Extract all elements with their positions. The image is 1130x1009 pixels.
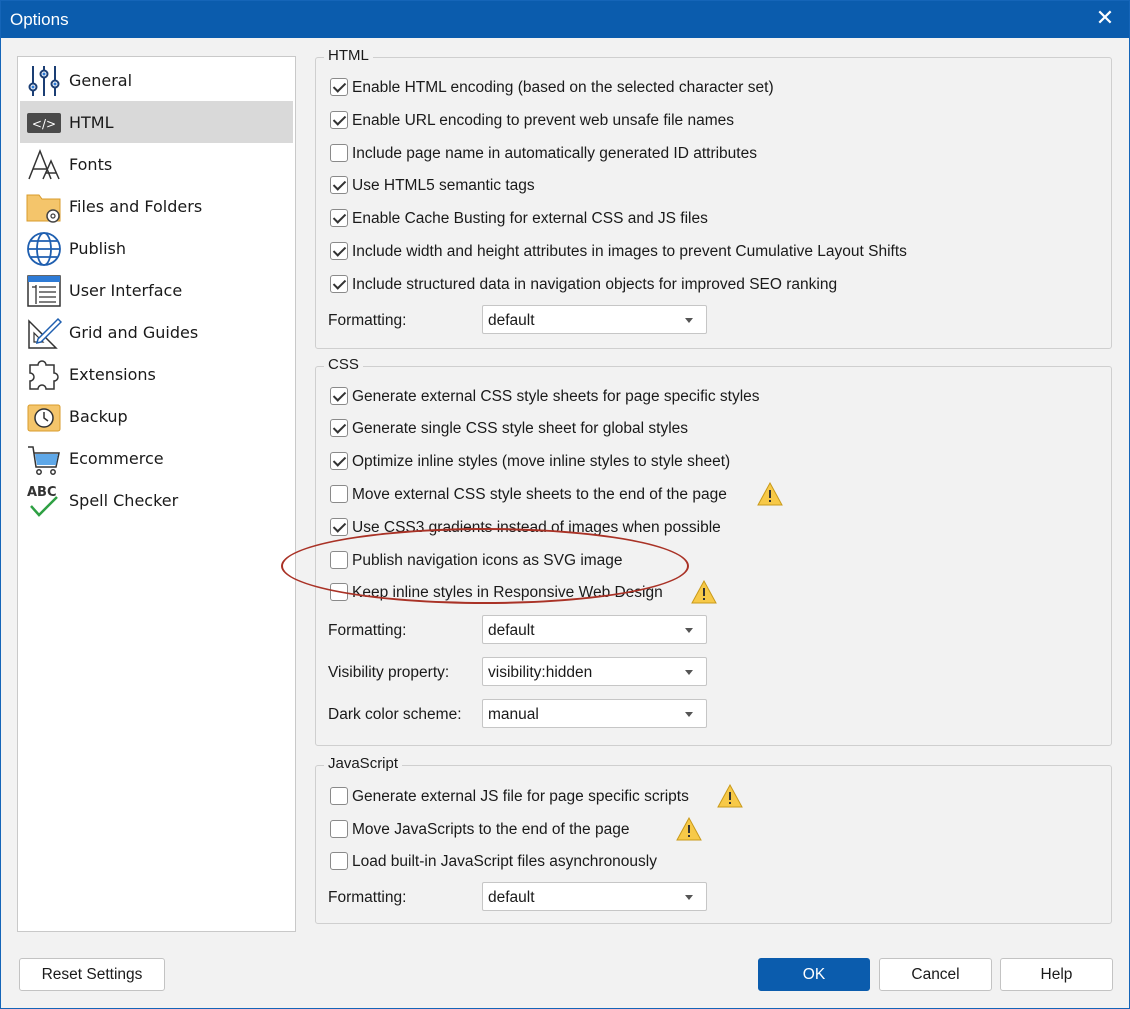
code-tag-icon: </> — [27, 113, 61, 133]
sidebar-item-label: Ecommerce — [69, 449, 164, 468]
css-formatting-select[interactable]: default — [482, 615, 707, 644]
dark-color-scheme-select[interactable]: manual — [482, 699, 707, 728]
globe-icon — [27, 232, 61, 266]
folder-gear-icon — [26, 194, 61, 223]
checkbox[interactable] — [330, 583, 348, 601]
checkbox[interactable] — [330, 820, 348, 838]
checkbox[interactable] — [330, 209, 348, 227]
sliders-icon — [28, 66, 60, 96]
option-move-js-to-end[interactable]: Move JavaScripts to the end of the page — [330, 817, 710, 841]
chevron-down-icon — [685, 318, 693, 323]
sidebar-item-ecommerce[interactable]: Ecommerce — [20, 437, 293, 479]
checkbox[interactable] — [330, 176, 348, 194]
checkbox[interactable] — [330, 419, 348, 437]
sidebar-item-html[interactable]: </> HTML — [20, 101, 293, 143]
sidebar-item-label: Fonts — [69, 155, 113, 174]
formatting-label: Formatting: — [328, 622, 407, 639]
js-formatting-select[interactable]: default — [482, 882, 707, 911]
ruler-pencil-icon — [28, 317, 62, 349]
options-dialog: Options ✕ General </> HTML Fonts Files a… — [0, 0, 1130, 1009]
html-group: HTML Enable HTML encoding (based on the … — [315, 47, 1112, 349]
option-keep-inline-styles-rwd[interactable]: Keep inline styles in Responsive Web Des… — [330, 580, 740, 604]
reset-settings-button[interactable]: Reset Settings — [19, 958, 165, 991]
window-list-icon — [27, 275, 61, 307]
warning-icon — [757, 482, 783, 506]
visibility-property-select[interactable]: visibility:hidden — [482, 657, 707, 686]
ok-button[interactable]: OK — [758, 958, 870, 991]
checkbox[interactable] — [330, 518, 348, 536]
checkbox[interactable] — [330, 78, 348, 96]
checkbox[interactable] — [330, 485, 348, 503]
sidebar-item-fonts[interactable]: Fonts — [20, 143, 293, 185]
sidebar-item-publish[interactable]: Publish — [20, 227, 293, 269]
sidebar-item-general[interactable]: General — [20, 59, 293, 101]
sidebar-item-label: Backup — [69, 407, 128, 426]
formatting-label: Formatting: — [328, 312, 407, 329]
sidebar-item-label: Publish — [69, 239, 127, 258]
group-title: JavaScript — [324, 755, 403, 772]
warning-icon — [717, 784, 743, 808]
sidebar-item-label: HTML — [69, 113, 114, 132]
category-sidebar: General </> HTML Fonts Files and Folders… — [17, 56, 296, 932]
option-move-css-to-end[interactable]: Move external CSS style sheets to the en… — [330, 482, 790, 506]
sidebar-item-label: Extensions — [69, 365, 156, 384]
font-icon — [28, 148, 60, 180]
css-group: CSS Generate external CSS style sheets f… — [315, 356, 1112, 746]
checkbox[interactable] — [330, 275, 348, 293]
warning-icon — [691, 580, 717, 604]
sidebar-item-label: User Interface — [69, 281, 183, 300]
checkbox[interactable] — [330, 452, 348, 470]
title-bar: Options ✕ — [1, 1, 1129, 38]
svg-text:ABC: ABC — [27, 485, 57, 500]
warning-icon — [676, 817, 702, 841]
group-title: HTML — [324, 47, 373, 64]
abc-check-icon: ABC — [27, 485, 58, 517]
shopping-cart-icon — [28, 446, 60, 475]
sidebar-item-label: General — [69, 71, 133, 90]
checkbox[interactable] — [330, 144, 348, 162]
sidebar-item-label: Files and Folders — [69, 197, 203, 216]
checkbox[interactable] — [330, 387, 348, 405]
chevron-down-icon — [685, 670, 693, 675]
close-icon[interactable]: ✕ — [1091, 5, 1119, 33]
sidebar-item-files-and-folders[interactable]: Files and Folders — [20, 185, 293, 227]
sidebar-item-label: Grid and Guides — [69, 323, 199, 342]
sidebar-item-extensions[interactable]: Extensions — [20, 353, 293, 395]
chevron-down-icon — [685, 628, 693, 633]
sidebar-item-user-interface[interactable]: User Interface — [20, 269, 293, 311]
group-title: CSS — [324, 356, 363, 373]
checkbox[interactable] — [330, 551, 348, 569]
cancel-button[interactable]: Cancel — [879, 958, 992, 991]
checkbox[interactable] — [330, 242, 348, 260]
window-title: Options — [10, 10, 69, 29]
chevron-down-icon — [685, 712, 693, 717]
svg-text:</>: </> — [32, 117, 56, 131]
visibility-property-label: Visibility property: — [328, 664, 450, 681]
checkbox[interactable] — [330, 852, 348, 870]
chevron-down-icon — [685, 895, 693, 900]
option-external-js[interactable]: Generate external JS file for page speci… — [330, 784, 760, 808]
sidebar-item-grid-and-guides[interactable]: Grid and Guides — [20, 311, 293, 353]
help-button[interactable]: Help — [1000, 958, 1113, 991]
sidebar-item-backup[interactable]: Backup — [20, 395, 293, 437]
sidebar-item-label: Spell Checker — [69, 491, 179, 510]
formatting-label: Formatting: — [328, 889, 407, 906]
puzzle-piece-icon — [29, 360, 59, 390]
dark-color-scheme-label: Dark color scheme: — [328, 706, 462, 723]
javascript-group: JavaScript Generate external JS file for… — [315, 755, 1112, 924]
sidebar-item-spell-checker[interactable]: ABC Spell Checker — [20, 479, 293, 521]
checkbox[interactable] — [330, 787, 348, 805]
backup-clock-icon — [27, 404, 61, 432]
checkbox[interactable] — [330, 111, 348, 129]
html-formatting-select[interactable]: default — [482, 305, 707, 334]
